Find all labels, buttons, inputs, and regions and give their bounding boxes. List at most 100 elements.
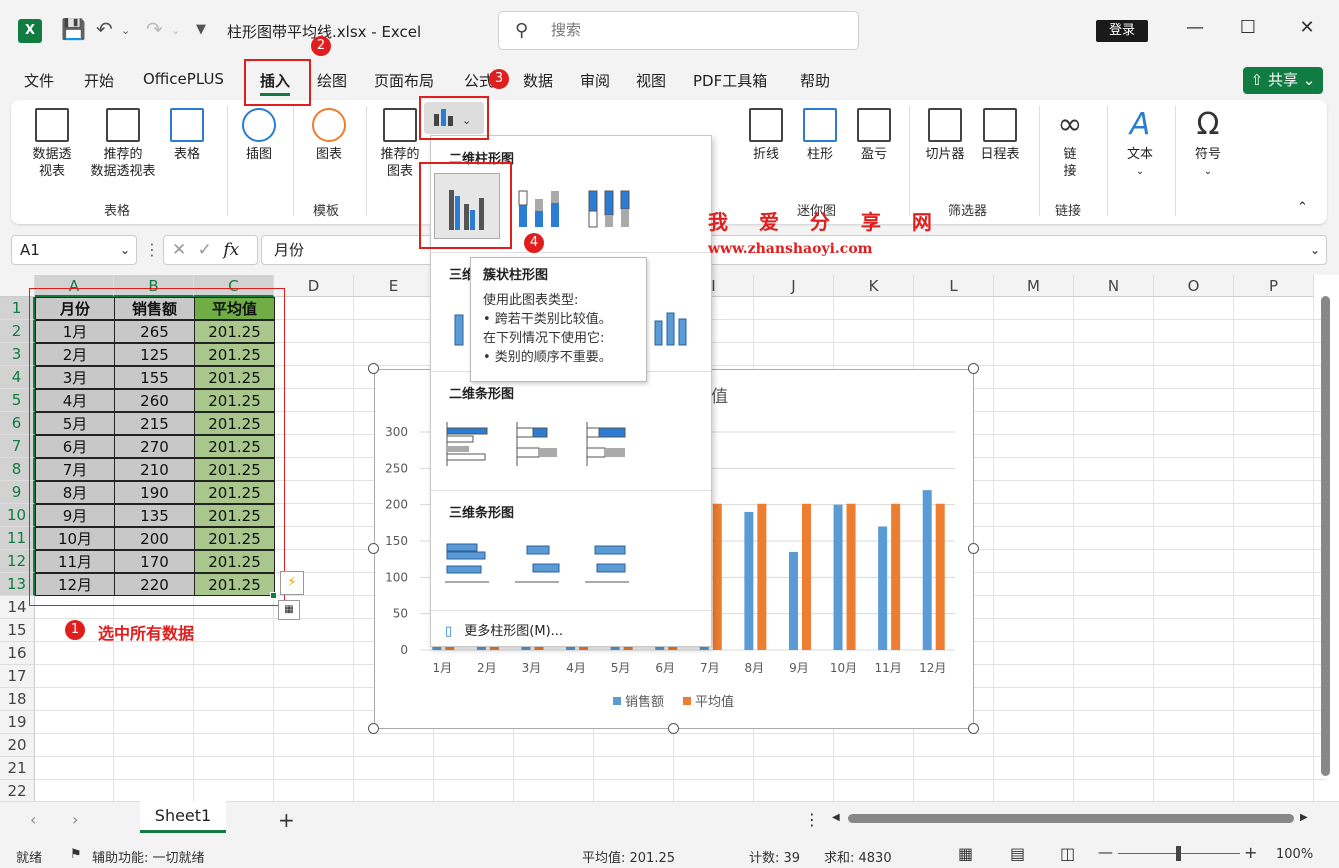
redo-icon[interactable]: ↷ <box>146 17 163 41</box>
column-header-P[interactable]: P <box>1234 275 1314 297</box>
zoom-level[interactable]: 100% <box>1276 847 1313 862</box>
enter-icon[interactable]: ✓ <box>198 240 212 260</box>
save-icon[interactable]: 💾 <box>61 17 86 41</box>
stacked-column-thumb[interactable] <box>513 181 569 237</box>
resize-handle[interactable] <box>368 363 379 374</box>
row-header-16[interactable]: 16 <box>0 642 35 665</box>
column-header-J[interactable]: J <box>754 275 834 297</box>
tab-page-layout[interactable]: 页面布局 <box>374 70 434 91</box>
row-header-17[interactable]: 17 <box>0 665 35 688</box>
search-box[interactable]: ⚲ <box>498 11 859 50</box>
scroll-right-icon[interactable]: ▶ <box>1300 812 1308 823</box>
table-button[interactable]: 表格 <box>167 108 207 163</box>
column-header-D[interactable]: D <box>274 275 354 297</box>
more-options-icon[interactable]: ⋮ <box>804 810 820 829</box>
undo-icon[interactable]: ↶ <box>96 17 113 41</box>
undo-dropdown-icon[interactable]: ⌄ <box>121 24 130 37</box>
zoom-in-icon[interactable]: + <box>1244 843 1257 862</box>
column-header-M[interactable]: M <box>994 275 1074 297</box>
maximize-icon[interactable]: ☐ <box>1233 17 1263 38</box>
tab-data[interactable]: 数据 <box>523 70 553 91</box>
scroll-left-icon[interactable]: ◀ <box>832 812 840 823</box>
row-header-20[interactable]: 20 <box>0 734 35 757</box>
next-sheet-icon[interactable]: › <box>72 810 78 829</box>
vertical-scrollbar[interactable] <box>1321 296 1330 776</box>
zoom-slider-handle[interactable] <box>1176 846 1181 861</box>
column-header-L[interactable]: L <box>914 275 994 297</box>
quick-analysis-icon[interactable]: ▦ <box>278 600 300 620</box>
resize-handle[interactable] <box>968 723 979 734</box>
search-input[interactable] <box>551 21 831 39</box>
tab-file[interactable]: 文件 <box>24 70 54 91</box>
row-header-18[interactable]: 18 <box>0 688 35 711</box>
fx-icon[interactable]: fx <box>223 240 239 260</box>
more-options-icon[interactable]: ⋮ <box>144 240 160 259</box>
chart-template-button[interactable]: 图表 <box>307 108 351 163</box>
3d-percent-stacked-bar-thumb[interactable] <box>583 536 639 592</box>
collapse-ribbon-icon[interactable]: ⌃ <box>1297 200 1308 215</box>
3d-column-4-thumb[interactable] <box>649 301 705 357</box>
tab-officeplus[interactable]: OfficePLUS <box>143 70 224 88</box>
add-sheet-button[interactable]: + <box>278 808 295 832</box>
tab-view[interactable]: 视图 <box>636 70 666 91</box>
row-header-15[interactable]: 15 <box>0 619 35 642</box>
resize-handle[interactable] <box>368 723 379 734</box>
tooltip-line: 使用此图表类型: <box>483 293 579 308</box>
row-header-19[interactable]: 19 <box>0 711 35 734</box>
3d-clustered-bar-thumb[interactable] <box>443 536 499 592</box>
clustered-bar-thumb[interactable] <box>443 418 499 474</box>
page-break-icon[interactable]: ◫ <box>1060 844 1075 863</box>
slicer-button[interactable]: 切片器 <box>917 108 973 163</box>
resize-handle[interactable] <box>368 543 379 554</box>
accessibility-icon[interactable]: ⚑ <box>70 847 82 862</box>
name-box[interactable]: A1 ⌄ <box>11 235 137 265</box>
3d-stacked-bar-thumb[interactable] <box>513 536 569 592</box>
resize-handle[interactable] <box>968 363 979 374</box>
resize-handle[interactable] <box>968 543 979 554</box>
link-button[interactable]: ∞ 链 接 <box>1047 108 1093 180</box>
close-icon[interactable]: ✕ <box>1292 17 1322 38</box>
tab-review[interactable]: 审阅 <box>580 70 610 91</box>
timeline-button[interactable]: 日程表 <box>973 108 1027 163</box>
expand-formula-icon[interactable]: ⌄ <box>1310 236 1320 264</box>
more-column-charts-item[interactable]: ▯ 更多柱形图(M)... <box>445 620 563 639</box>
row-header-21[interactable]: 21 <box>0 757 35 780</box>
login-button[interactable]: 登录 <box>1096 20 1148 42</box>
accessibility-status[interactable]: 辅助功能: 一切就绪 <box>92 847 205 866</box>
pivot-table-button[interactable]: 数据透 视表 <box>25 108 79 180</box>
row-header-22[interactable]: 22 <box>0 780 35 801</box>
column-header-K[interactable]: K <box>834 275 914 297</box>
recommended-charts-button[interactable]: 推荐的 图表 <box>375 108 425 180</box>
zoom-out-icon[interactable]: — <box>1098 843 1113 861</box>
stacked-bar-thumb[interactable] <box>513 418 569 474</box>
horizontal-scrollbar[interactable] <box>848 814 1294 823</box>
tab-help[interactable]: 帮助 <box>800 70 830 91</box>
tab-pdf-tools[interactable]: PDF工具箱 <box>693 70 767 91</box>
tab-draw[interactable]: 绘图 <box>317 70 347 91</box>
column-header-E[interactable]: E <box>354 275 434 297</box>
illustrations-button[interactable]: 插图 <box>237 108 281 163</box>
share-button[interactable]: ⇧ 共享 ⌄ <box>1243 67 1323 94</box>
resize-handle[interactable] <box>668 723 679 734</box>
sparkline-winloss-button[interactable]: 盈亏 <box>849 108 899 163</box>
percent-stacked-bar-thumb[interactable] <box>583 418 639 474</box>
minimize-icon[interactable]: — <box>1180 17 1210 38</box>
column-header-N[interactable]: N <box>1074 275 1154 297</box>
cancel-icon[interactable]: ✕ <box>172 240 186 260</box>
normal-view-icon[interactable]: ▦ <box>958 844 973 863</box>
sparkline-line-button[interactable]: 折线 <box>739 108 793 163</box>
prev-sheet-icon[interactable]: ‹ <box>30 810 36 829</box>
symbol-button[interactable]: Ω 符号 ⌄ <box>1185 108 1231 180</box>
customize-toolbar-icon[interactable]: ▼ <box>196 22 206 37</box>
page-layout-icon[interactable]: ▤ <box>1010 844 1025 863</box>
sheet-tab-sheet1[interactable]: Sheet1 <box>140 801 226 833</box>
chevron-down-icon[interactable]: ⌄ <box>120 236 130 264</box>
sparkline-column-button[interactable]: 柱形 <box>795 108 845 163</box>
percent-stacked-column-thumb[interactable] <box>583 181 639 237</box>
recommended-pivot-button[interactable]: 推荐的 数据透视表 <box>83 108 163 180</box>
column-header-O[interactable]: O <box>1154 275 1234 297</box>
redo-dropdown-icon[interactable]: ⌄ <box>171 24 180 37</box>
text-button[interactable]: A 文本 ⌄ <box>1117 108 1163 180</box>
tab-home[interactable]: 开始 <box>84 70 114 91</box>
flash-fill-icon[interactable]: ⚡ <box>280 571 304 595</box>
